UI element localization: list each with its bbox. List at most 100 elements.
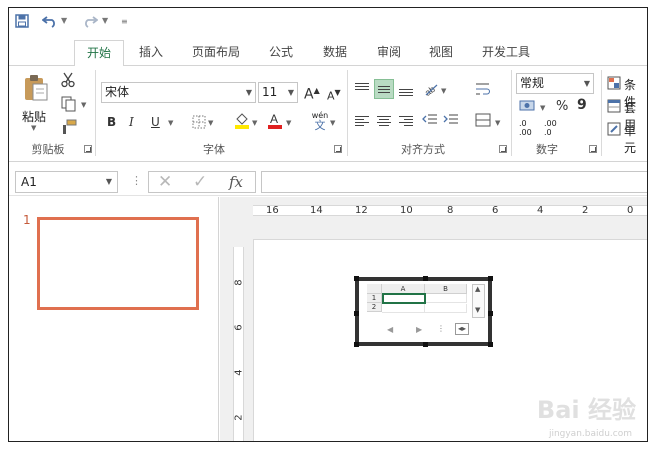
number-format-select[interactable]: 常规 ▼ [516, 73, 594, 94]
sheet-nav-next-icon[interactable]: ▶ [416, 325, 422, 334]
paste-dropdown-icon[interactable]: ▼ [31, 124, 36, 132]
decrease-indent-icon[interactable] [422, 113, 438, 130]
font-color-icon[interactable]: A [267, 112, 283, 133]
save-icon[interactable] [15, 14, 29, 33]
underline-dropdown-icon[interactable]: ▼ [168, 119, 173, 127]
alignment-dialog-launcher[interactable] [499, 145, 507, 153]
orientation-dropdown-icon[interactable]: ▼ [441, 87, 446, 95]
align-center-button[interactable] [375, 112, 393, 130]
grow-font-button[interactable]: A▲ [304, 83, 320, 103]
sheet-nav-prev-icon[interactable]: ◀ [387, 325, 393, 334]
column-header-b[interactable]: B [425, 284, 467, 294]
font-color-dropdown-icon[interactable]: ▼ [286, 119, 291, 127]
align-right-button[interactable] [397, 112, 415, 130]
scroll-up-icon[interactable]: ▲ [475, 285, 480, 293]
resize-handle[interactable] [488, 311, 493, 316]
tab-view[interactable]: 视图 [421, 40, 461, 66]
redo-icon[interactable] [82, 14, 99, 33]
align-middle-button[interactable] [374, 79, 394, 99]
resize-handle[interactable] [354, 342, 359, 347]
cell-b1[interactable] [426, 294, 467, 303]
split-handle-icon[interactable]: ◂▸ [455, 323, 469, 335]
cancel-icon[interactable]: ✕ [158, 172, 172, 192]
tab-home[interactable]: 开始 [74, 40, 124, 67]
enter-icon[interactable]: ✓ [193, 172, 207, 192]
italic-button[interactable]: I [129, 114, 134, 130]
insert-function-icon[interactable]: fx [229, 172, 243, 192]
number-dialog-launcher[interactable] [589, 145, 597, 153]
tab-developer[interactable]: 开发工具 [475, 40, 537, 66]
increase-indent-icon[interactable] [443, 113, 459, 130]
embedded-scrollbar[interactable]: ▲ ▼ [472, 284, 485, 318]
resize-handle[interactable] [423, 276, 428, 281]
number-format-value: 常规 [520, 76, 545, 90]
align-top-button[interactable] [353, 80, 371, 98]
group-separator [511, 70, 512, 156]
cell-b2[interactable] [425, 304, 467, 313]
decrease-decimal-button[interactable]: .00 .0 [544, 119, 566, 137]
tab-insert[interactable]: 插入 [131, 40, 171, 66]
cell-a2[interactable] [382, 304, 425, 313]
phonetic-guide-button[interactable]: wén 文 [309, 111, 331, 132]
tab-data[interactable]: 数据 [315, 40, 355, 66]
clipboard-dialog-launcher[interactable] [84, 145, 92, 153]
borders-icon[interactable] [192, 115, 206, 132]
comma-style-button[interactable]: 9 [577, 97, 587, 113]
redo-dropdown-icon[interactable]: ▼ [102, 16, 108, 25]
accounting-format-icon[interactable] [519, 99, 537, 116]
cell-styles-icon[interactable] [607, 122, 621, 139]
formula-bar-options-icon[interactable]: ⋮ [131, 175, 142, 187]
resize-handle[interactable] [354, 276, 359, 281]
ruler-tick: 10 [400, 205, 413, 216]
sheet-options-icon[interactable]: ⋮ [437, 324, 445, 333]
vertical-ruler: 8 6 4 2 [233, 247, 245, 441]
shrink-font-button[interactable]: A▼ [327, 85, 341, 105]
resize-handle[interactable] [354, 311, 359, 316]
paste-button[interactable]: 粘贴 ▼ [19, 72, 51, 132]
resize-handle[interactable] [423, 342, 428, 347]
cut-icon[interactable] [61, 72, 75, 91]
format-as-table-icon[interactable] [607, 99, 621, 116]
font-name-select[interactable]: 宋体 ▼ [101, 82, 256, 103]
formula-input[interactable] [261, 171, 647, 193]
copy-dropdown-icon[interactable]: ▼ [81, 101, 86, 109]
customize-toolbar-icon[interactable]: ≡ [121, 17, 128, 26]
fill-color-icon[interactable] [234, 112, 250, 133]
cell-a1[interactable] [382, 293, 426, 304]
name-box[interactable]: A1 ▼ [15, 171, 118, 193]
row-header-2[interactable]: 2 [367, 303, 382, 312]
accounting-dropdown-icon[interactable]: ▼ [540, 104, 545, 112]
tab-page-layout[interactable]: 页面布局 [185, 40, 247, 66]
phonetic-dropdown-icon[interactable]: ▼ [330, 119, 335, 127]
clipboard-group-label: 剪贴板 [31, 143, 65, 156]
percent-style-button[interactable]: % [556, 99, 568, 115]
copy-icon[interactable] [61, 96, 77, 115]
align-bottom-button[interactable] [397, 80, 415, 98]
undo-icon[interactable] [41, 14, 58, 33]
row-header-1[interactable]: 1 [367, 294, 382, 303]
slide-thumbnail[interactable] [37, 217, 199, 310]
wrap-text-icon[interactable] [475, 81, 491, 100]
conditional-format-icon[interactable] [607, 76, 621, 93]
increase-decimal-button[interactable]: .0 .00 [519, 119, 541, 137]
undo-dropdown-icon[interactable]: ▼ [61, 16, 67, 25]
merge-center-icon[interactable] [475, 113, 491, 130]
align-right-line [399, 122, 413, 123]
tab-formulas[interactable]: 公式 [261, 40, 301, 66]
merge-center-dropdown-icon[interactable]: ▼ [495, 119, 500, 127]
tab-review[interactable]: 审阅 [369, 40, 409, 66]
align-left-button[interactable] [353, 112, 371, 130]
resize-handle[interactable] [488, 342, 493, 347]
font-size-select[interactable]: 11 ▼ [258, 82, 298, 103]
cell-styles-label[interactable]: 单元 [624, 122, 647, 156]
fill-color-dropdown-icon[interactable]: ▼ [252, 119, 257, 127]
underline-button[interactable]: U [151, 114, 160, 130]
borders-dropdown-icon[interactable]: ▼ [208, 119, 213, 127]
scroll-down-icon[interactable]: ▼ [475, 306, 480, 314]
embedded-worksheet[interactable]: A B 1 2 ▲ ▼ ◀ ▶ ⋮ ◂▸ [354, 276, 493, 347]
font-dialog-launcher[interactable] [334, 145, 342, 153]
resize-handle[interactable] [488, 276, 493, 281]
orientation-icon[interactable]: ab [423, 81, 439, 100]
format-painter-icon[interactable] [61, 119, 77, 138]
bold-button[interactable]: B [107, 114, 116, 130]
